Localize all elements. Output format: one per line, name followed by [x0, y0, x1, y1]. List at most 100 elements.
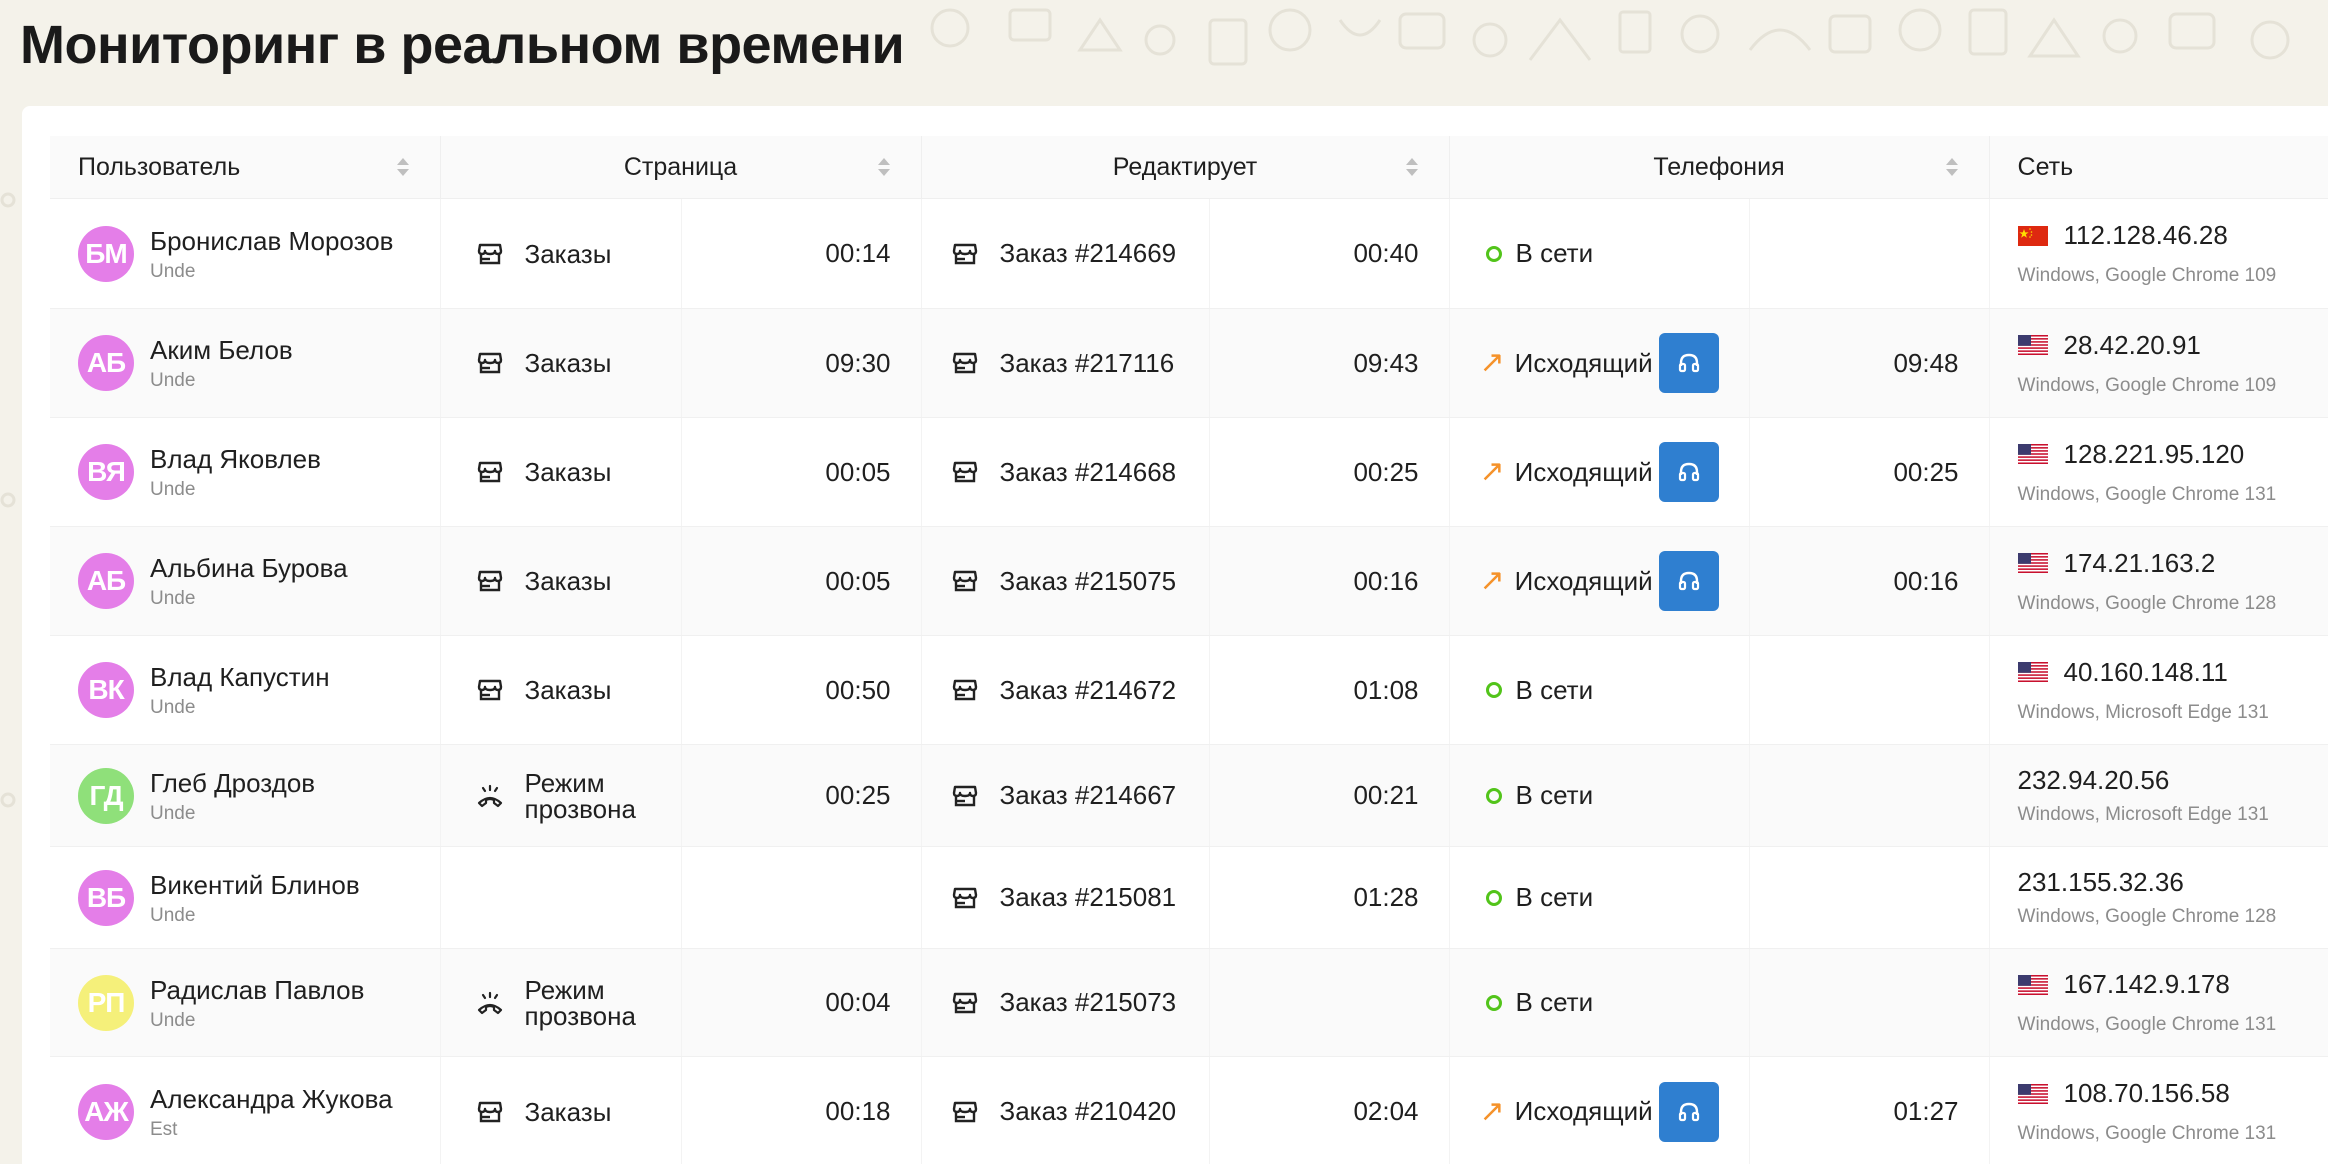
- page-cell: Заказы: [440, 308, 682, 418]
- page-label: Заказы: [524, 238, 612, 269]
- page-duration: 00:05: [681, 417, 922, 527]
- online-status-icon: [1485, 245, 1502, 262]
- editing-duration: 00:25: [1209, 417, 1450, 527]
- user-name[interactable]: Аким Белов: [150, 334, 293, 366]
- network-cell: 128.221.95.120 Windows, Google Chrome 131: [1989, 417, 2328, 527]
- network-cell: 167.142.9.178 Windows, Google Chrome 131: [1989, 948, 2328, 1057]
- user-cell: АБ Аким Белов Unde: [50, 308, 441, 418]
- user-name[interactable]: Бронислав Морозов: [150, 225, 393, 257]
- editing-order-link[interactable]: Заказ #215073: [1000, 987, 1177, 1018]
- network-cell: 28.42.20.91 Windows, Google Chrome 109: [1989, 308, 2328, 418]
- user-cell: ВБ Викентий Блинов Unde: [50, 846, 441, 949]
- user-cell: АЖ Александра Жукова Est: [50, 1056, 441, 1164]
- table-row[interactable]: РП Радислав Павлов Unde Режим прозвона 00:04…: [50, 948, 2328, 1057]
- editing-order-link[interactable]: Заказ #210420: [1000, 1096, 1177, 1127]
- user-name[interactable]: Викентий Блинов: [150, 869, 360, 901]
- telephony-cell: В сети: [1449, 846, 1750, 949]
- listen-call-button[interactable]: [1658, 1081, 1719, 1142]
- page-cell: Заказы: [440, 1056, 682, 1164]
- user-name[interactable]: Радислав Павлов: [150, 974, 364, 1006]
- user-cell: АБ Альбина Бурова Unde: [50, 526, 441, 636]
- monitoring-table: Пользователь Страница Редактирует Телефо…: [50, 136, 2328, 1164]
- sort-icon[interactable]: [1405, 156, 1419, 178]
- editing-duration: 00:40: [1209, 198, 1450, 309]
- sort-icon[interactable]: [1945, 156, 1959, 178]
- avatar: АЖ: [78, 1083, 134, 1140]
- user-role: Unde: [150, 260, 196, 282]
- column-header-editing[interactable]: Редактирует: [921, 136, 1450, 199]
- listen-call-button[interactable]: [1658, 333, 1719, 393]
- headset-icon: [1678, 1102, 1699, 1121]
- editing-order-link[interactable]: Заказ #215081: [1000, 882, 1177, 913]
- network-cell: 231.155.32.36 Windows, Google Chrome 128: [1989, 846, 2328, 949]
- column-header-page[interactable]: Страница: [440, 136, 922, 199]
- user-name[interactable]: Глеб Дроздов: [150, 767, 315, 799]
- user-name[interactable]: Альбина Бурова: [150, 552, 348, 584]
- network-cell: 232.94.20.56 Windows, Microsoft Edge 131: [1989, 744, 2328, 847]
- column-header-telephony-label: Телефония: [1653, 152, 1785, 181]
- column-header-user-label: Пользователь: [78, 152, 241, 181]
- editing-duration: 09:43: [1209, 308, 1450, 418]
- telephony-cell: В сети: [1449, 635, 1750, 745]
- dialer-icon: [477, 990, 503, 1016]
- telephony-cell: В сети: [1449, 744, 1750, 847]
- user-name[interactable]: Влад Яковлев: [150, 443, 321, 475]
- telephony-status: Исходящий: [1514, 456, 1653, 487]
- user-role: Unde: [150, 588, 196, 609]
- page-label: Заказы: [524, 566, 612, 596]
- editing-duration: [1209, 948, 1450, 1057]
- column-header-page-label: Страница: [623, 152, 738, 181]
- monitoring-card: Пользователь Страница Редактирует Телефо…: [22, 106, 2328, 1164]
- page-label: Заказы: [524, 1096, 612, 1127]
- table-row[interactable]: АБ Альбина Бурова Unde Заказы 00:05 Заказ #21…: [50, 526, 2328, 636]
- page-duration: 00:18: [681, 1056, 922, 1164]
- table-header-row: Пользователь Страница Редактирует Телефо…: [50, 136, 2328, 199]
- page-title: Мониторинг в реальном времени: [20, 15, 905, 75]
- store-icon: [952, 459, 978, 485]
- telephony-cell: ↗ Исходящий: [1449, 526, 1750, 636]
- editing-order-link[interactable]: Заказ #214668: [1000, 457, 1177, 488]
- telephony-duration: [1749, 744, 1990, 847]
- table-row[interactable]: ГД Глеб Дроздов Unde Режим прозвона 00:25 Зак…: [50, 744, 2328, 847]
- network-cell: 108.70.156.58 Windows, Google Chrome 131: [1989, 1056, 2328, 1164]
- ip-address: 232.94.20.56: [2017, 765, 2170, 795]
- client-info: Windows, Google Chrome 109: [2017, 265, 2277, 286]
- client-info: Windows, Google Chrome 131: [2017, 1014, 2277, 1035]
- editing-order-link[interactable]: Заказ #215075: [1000, 566, 1177, 597]
- editing-order-link[interactable]: Заказ #214669: [1000, 238, 1177, 269]
- sort-icon[interactable]: [877, 156, 891, 178]
- page-cell: Режим прозвона: [440, 948, 682, 1057]
- table-row[interactable]: ВБ Викентий Блинов Unde Заказ #215081 01:28 В…: [50, 846, 2328, 949]
- table-row[interactable]: АЖ Александра Жукова Est Заказы 00:18 Заказ #…: [50, 1056, 2328, 1164]
- user-name[interactable]: Влад Капустин: [150, 661, 330, 693]
- editing-order-link[interactable]: Заказ #214672: [1000, 675, 1177, 706]
- dialer-icon: [477, 783, 503, 809]
- column-header-user[interactable]: Пользователь: [50, 136, 441, 199]
- page-label: Заказы: [524, 675, 612, 705]
- user-name[interactable]: Александра Жукова: [150, 1083, 393, 1115]
- column-header-telephony[interactable]: Телефония: [1449, 136, 1990, 199]
- us-flag-icon: [2017, 553, 2064, 573]
- store-icon: [952, 783, 978, 809]
- user-cell: ВК Влад Капустин Unde: [50, 635, 441, 745]
- user-role: Unde: [150, 904, 196, 926]
- telephony-status: В сети: [1515, 987, 1594, 1017]
- telephony-status: Исходящий: [1514, 565, 1653, 596]
- user-role: Unde: [150, 479, 196, 500]
- editing-order-link[interactable]: Заказ #214667: [1000, 780, 1177, 811]
- table-row[interactable]: ВК Влад Капустин Unde Заказы 00:50 Заказ #214…: [50, 635, 2328, 745]
- page-cell: Заказы: [440, 635, 682, 745]
- sort-icon[interactable]: [396, 156, 410, 178]
- page-cell: Режим прозвона: [440, 744, 682, 847]
- page-duration: 00:14: [681, 198, 922, 309]
- listen-call-button[interactable]: [1658, 551, 1719, 611]
- editing-order-link[interactable]: Заказ #217116: [1000, 348, 1175, 379]
- table-row[interactable]: АБ Аким Белов Unde Заказы 09:30 Заказ #217116…: [50, 308, 2328, 418]
- table-row[interactable]: БМ Бронислав Морозов Unde Заказы 00:14 Заказ …: [50, 198, 2328, 309]
- table-row[interactable]: ВЯ Влад Яковлев Unde Заказы 00:05 Заказ #2146…: [50, 417, 2328, 527]
- listen-call-button[interactable]: [1658, 442, 1719, 502]
- telephony-duration: [1749, 948, 1990, 1057]
- editing-duration: 00:16: [1209, 526, 1450, 636]
- telephony-status: В сети: [1515, 882, 1594, 912]
- us-flag-icon: [2017, 662, 2064, 682]
